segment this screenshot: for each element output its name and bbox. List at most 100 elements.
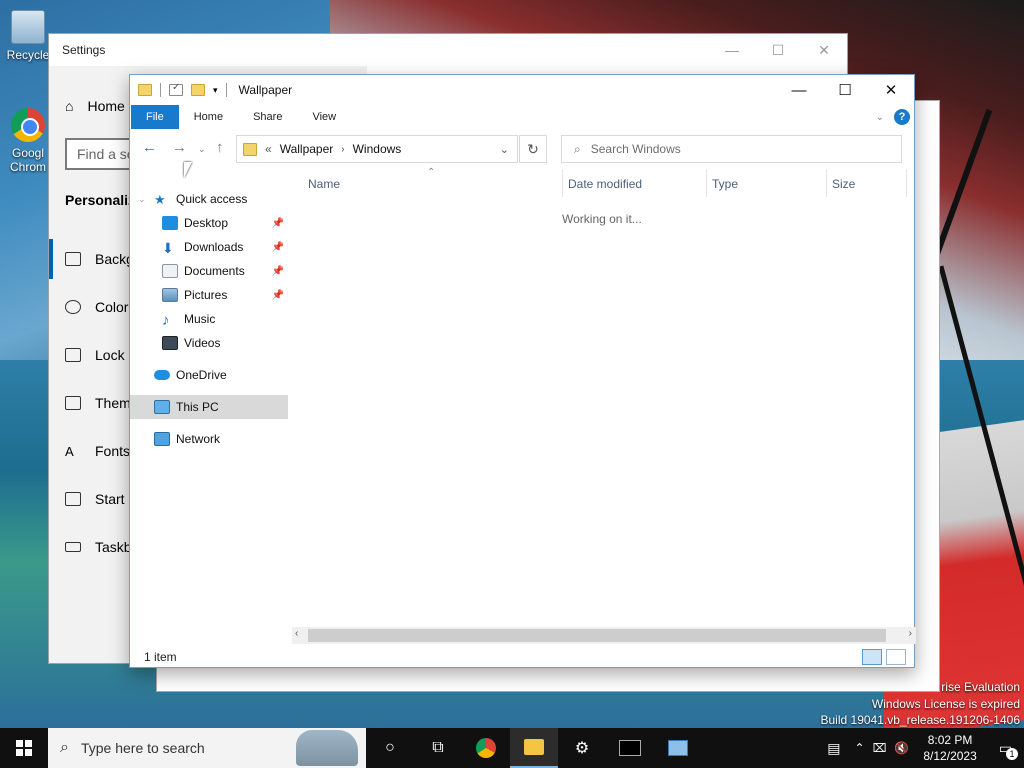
desktop-icon-chrome[interactable]: Googl Chrom [6, 108, 50, 174]
refresh-icon: ↻ [527, 140, 539, 157]
pin-icon[interactable]: 📌 [272, 266, 284, 277]
nav-desktop[interactable]: Desktop 📌 [130, 211, 288, 235]
star-icon: ★ [154, 192, 166, 207]
pin-icon[interactable]: 📌 [272, 218, 284, 229]
address-bar[interactable]: « Wallpaper › Windows ⌄ [236, 135, 518, 163]
nav-this-pc[interactable]: This PC [130, 395, 288, 419]
nav-network[interactable]: Network [130, 427, 288, 451]
column-header-name[interactable]: Name [308, 177, 340, 191]
watermark-line: Windows License is expired [871, 697, 1020, 711]
column-header-type[interactable]: Type [712, 177, 738, 191]
column-header-date-modified[interactable]: Date modified [568, 177, 642, 191]
chevron-right-icon[interactable]: › [341, 144, 344, 155]
sort-ascending-icon: ⌃ [427, 167, 436, 178]
watermark-line: Build 19041.vb_release.191206-1406 [820, 713, 1021, 727]
system-tray: ▤ ⌃ ⌧ 🔇 8:02 PM 8/12/2023 ▭ 1 [817, 728, 1024, 768]
scroll-left-icon[interactable]: ‹ [295, 628, 298, 639]
file-explorer-taskbar-icon[interactable] [510, 728, 558, 768]
nav-videos[interactable]: Videos [130, 331, 288, 355]
lock-screen-icon [65, 348, 81, 362]
search-icon: ⌕ [60, 739, 69, 756]
breadcrumb-wallpaper[interactable]: Wallpaper [280, 142, 334, 156]
taskbar-search-box[interactable]: ⌕ Type here to search [48, 728, 366, 768]
customize-quick-access-icon[interactable]: ▾ [213, 85, 218, 96]
computer-icon [154, 400, 170, 414]
maximize-icon[interactable]: ☐ [755, 34, 801, 66]
column-divider [562, 169, 563, 197]
nav-onedrive[interactable]: OneDrive [130, 363, 288, 387]
nav-pictures[interactable]: Pictures 📌 [130, 283, 288, 307]
large-icons-view-icon[interactable] [886, 649, 906, 665]
nav-documents[interactable]: Documents 📌 [130, 259, 288, 283]
navigation-pane: ⌄ ★ Quick access Desktop 📌 ⬇ Downloads 📌… [130, 173, 288, 633]
volume-muted-icon[interactable]: 🔇 [890, 741, 913, 755]
network-status-icon[interactable]: ⌧ [869, 741, 891, 755]
command-prompt-icon[interactable] [606, 728, 654, 768]
up-icon[interactable]: ↑ [216, 139, 224, 156]
column-header-size[interactable]: Size [832, 177, 855, 191]
desktop-icon-recycle-bin[interactable]: Recycle [6, 10, 50, 62]
close-icon[interactable]: ✕ [868, 75, 914, 105]
cortana-icon[interactable]: ○ [366, 728, 414, 768]
home-icon: ⌂ [65, 98, 74, 114]
themes-icon [65, 396, 81, 410]
folder-icon [243, 142, 257, 156]
chrome-icon [11, 108, 45, 142]
help-icon[interactable]: ? [894, 109, 910, 125]
watermark-line: rise Evaluation [941, 680, 1020, 694]
palette-icon [65, 300, 81, 314]
scroll-right-icon[interactable]: › [909, 628, 912, 639]
nav-downloads[interactable]: ⬇ Downloads 📌 [130, 235, 288, 259]
tab-file[interactable]: File [131, 105, 179, 129]
control-panel-icon[interactable] [654, 728, 702, 768]
search-input[interactable]: ⌕ Search Windows [561, 135, 902, 163]
tab-view[interactable]: View [297, 105, 351, 129]
chrome-taskbar-icon[interactable] [462, 728, 510, 768]
new-folder-icon[interactable] [191, 84, 205, 96]
chevron-down-icon[interactable]: ⌄ [500, 143, 509, 156]
start-button[interactable] [0, 728, 48, 768]
recent-locations-icon[interactable]: ⌄ [198, 144, 206, 155]
forward-icon[interactable]: → [172, 139, 187, 156]
minimize-icon[interactable]: — [776, 75, 822, 105]
refresh-button[interactable]: ↻ [519, 135, 547, 163]
file-list[interactable]: ⌃ Name Date modified Type Size Working o… [292, 167, 912, 633]
loading-message: Working on it... [562, 212, 642, 226]
clock-date: 8/12/2023 [923, 749, 977, 763]
settings-home[interactable]: ⌂ Home [65, 98, 125, 114]
news-widget-icon[interactable]: ▤ [817, 740, 850, 757]
nav-music[interactable]: ♪ Music [130, 307, 288, 331]
settings-gear-icon[interactable]: ⚙ [558, 728, 606, 768]
tab-share[interactable]: Share [238, 105, 297, 129]
ribbon-tabs: File Home Share View ⌄ ? [130, 105, 914, 129]
scrollbar-thumb[interactable] [308, 629, 886, 642]
tab-home[interactable]: Home [179, 105, 238, 129]
maximize-icon[interactable]: ☐ [822, 75, 868, 105]
expand-ribbon-icon[interactable]: ⌄ [876, 112, 884, 123]
back-icon[interactable]: ← [142, 139, 157, 156]
task-view-icon[interactable]: ⧉ [414, 728, 462, 768]
breadcrumb-windows[interactable]: Windows [353, 142, 402, 156]
windows-logo-icon [16, 740, 32, 756]
clock-time: 8:02 PM [927, 733, 973, 747]
clock[interactable]: 8:02 PM 8/12/2023 [913, 732, 986, 764]
minimize-icon[interactable]: — [709, 34, 755, 66]
close-icon[interactable]: ✕ [801, 34, 847, 66]
desktop-icon-label: Recycle [6, 48, 50, 62]
properties-icon[interactable] [169, 82, 183, 96]
breadcrumb-overflow[interactable]: « [265, 142, 272, 156]
downloads-icon: ⬇ [162, 240, 174, 256]
taskbar: ⌕ Type here to search ○ ⧉ ⚙ ▤ ⌃ ⌧ 🔇 8:02… [0, 728, 1024, 768]
nav-quick-access[interactable]: ⌄ ★ Quick access [130, 187, 288, 211]
recycle-bin-icon [11, 10, 45, 44]
horizontal-scrollbar[interactable]: ‹ › [292, 627, 916, 644]
chevron-down-icon[interactable]: ⌄ [138, 194, 154, 205]
network-icon [154, 432, 170, 446]
picture-icon [65, 252, 81, 266]
notification-badge: 1 [1006, 747, 1018, 760]
action-center-icon[interactable]: ▭ 1 [987, 740, 1024, 760]
details-view-icon[interactable] [862, 649, 882, 665]
pin-icon[interactable]: 📌 [272, 290, 284, 301]
pin-icon[interactable]: 📌 [272, 242, 284, 253]
show-hidden-icons-icon[interactable]: ⌃ [851, 741, 869, 755]
